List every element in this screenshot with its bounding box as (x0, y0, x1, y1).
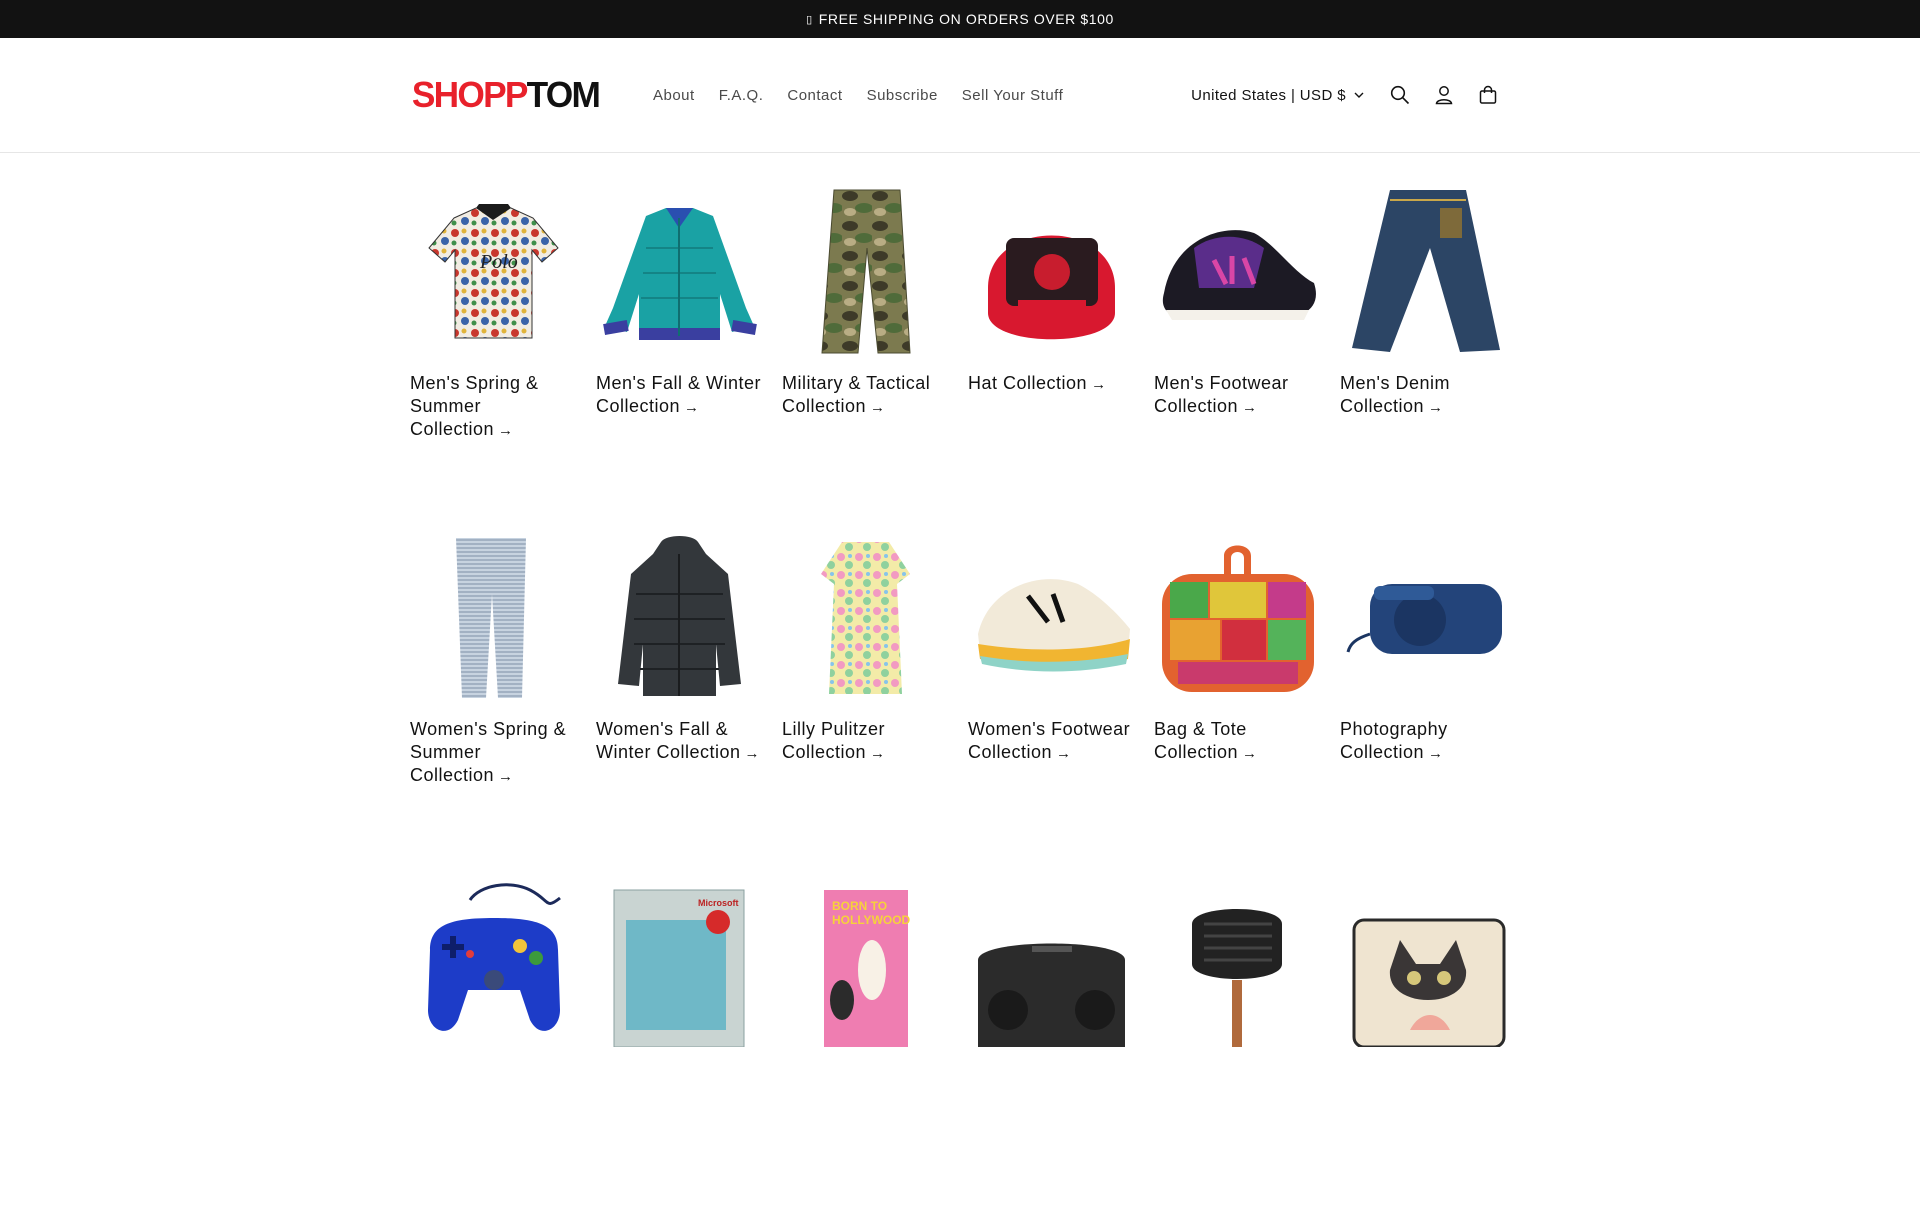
account-button[interactable] (1422, 73, 1466, 117)
distressed-jeans-image (410, 534, 577, 701)
collection-title-text: Hat Collection (968, 373, 1088, 393)
cart-icon (1479, 85, 1497, 104)
nav-sell-your-stuff[interactable]: Sell Your Stuff (950, 79, 1075, 112)
collection-title-text: Bag & Tote Collection (1154, 719, 1247, 762)
teal-puffer-jacket-image (596, 188, 763, 355)
info-icon: ▯ (806, 13, 813, 26)
collection-card[interactable]: Men's Fall & Winter Collection → (596, 188, 763, 534)
collection-card[interactable]: BORN TO HOLLYWOOD (782, 880, 949, 1226)
collection-card[interactable]: Microsoft (596, 880, 763, 1226)
logo-part-red: SHOPP (411, 74, 528, 115)
nav-faq[interactable]: F.A.Q. (707, 79, 776, 112)
running-shoe-image (968, 534, 1135, 701)
collection-title-text: Women's Fall & Winter Collection (596, 719, 741, 762)
country-currency-selector[interactable]: United States | USD $ (1191, 87, 1364, 104)
announcement-bar: ▯ FREE SHIPPING ON ORDERS OVER $100 (0, 0, 1920, 38)
main-nav: About F.A.Q. Contact Subscribe Sell Your… (641, 79, 1075, 112)
collection-grid: Polo Men's Spring & Summer Collection → M… (410, 188, 1510, 1226)
collection-card[interactable] (1340, 880, 1507, 1226)
blue-camera-image (1340, 534, 1507, 701)
svg-text:Microsoft: Microsoft (698, 898, 739, 908)
collection-title-text: Men's Fall & Winter Collection (596, 373, 761, 416)
arrow-right-icon: → (870, 745, 886, 762)
chevron-down-icon (1354, 92, 1364, 98)
collection-title[interactable]: Men's Footwear Collection → (1154, 372, 1321, 419)
svg-text:BORN TO: BORN TO (832, 899, 887, 913)
arrow-right-icon: → (1428, 745, 1444, 762)
collection-title-text: Men's Spring & Summer Collection (410, 373, 539, 439)
air-sneaker-image (1154, 188, 1321, 355)
svg-text:Polo: Polo (479, 251, 518, 273)
collection-title[interactable]: Women's Spring & Summer Collection → (410, 718, 577, 788)
svg-text:HOLLYWOOD: HOLLYWOOD (832, 913, 911, 927)
collection-title-text: Men's Footwear Collection (1154, 373, 1289, 416)
collection-title[interactable]: Lilly Pulitzer Collection → (782, 718, 949, 765)
camo-pants-image (782, 188, 949, 355)
nav-about[interactable]: About (641, 79, 707, 112)
search-icon (1390, 85, 1410, 105)
collection-title[interactable]: Photography Collection → (1340, 718, 1507, 765)
arrow-right-icon: → (684, 399, 700, 416)
arrow-right-icon: → (1242, 399, 1258, 416)
account-icon (1435, 86, 1453, 105)
arrow-right-icon: → (1056, 745, 1072, 762)
collection-title[interactable]: Men's Fall & Winter Collection → (596, 372, 763, 419)
vhs-tape-image: BORN TO HOLLYWOOD (782, 880, 949, 1047)
software-box-image: Microsoft (596, 880, 763, 1047)
collection-title-text: Women's Footwear Collection (968, 719, 1131, 762)
boombox-image (968, 880, 1135, 1047)
blue-game-controller-image (410, 880, 577, 1047)
collection-card[interactable] (968, 880, 1135, 1226)
collection-title-text: Military & Tactical Collection (782, 373, 931, 416)
patchwork-bag-image (1154, 534, 1321, 701)
collection-card[interactable] (410, 880, 577, 1226)
denim-jeans-image (1340, 188, 1507, 355)
collection-card[interactable] (1154, 880, 1321, 1226)
collection-title[interactable]: Military & Tactical Collection → (782, 372, 949, 419)
collection-card[interactable]: Photography Collection → (1340, 534, 1507, 880)
arrow-right-icon: → (498, 422, 514, 439)
collection-card[interactable]: Polo Men's Spring & Summer Collection → (410, 188, 577, 534)
collection-title-text: Women's Spring & Summer Collection (410, 719, 567, 785)
announcement-text: FREE SHIPPING ON ORDERS OVER $100 (818, 11, 1114, 27)
collection-title[interactable]: Men's Denim Collection → (1340, 372, 1507, 419)
arrow-right-icon: → (1428, 399, 1444, 416)
arrow-right-icon: → (498, 768, 514, 785)
arrow-right-icon: → (870, 399, 886, 416)
search-button[interactable] (1378, 73, 1422, 117)
arrow-right-icon: → (1091, 376, 1107, 393)
arrow-right-icon: → (1242, 745, 1258, 762)
cart-button[interactable] (1466, 73, 1510, 117)
collection-card[interactable]: Women's Spring & Summer Collection → (410, 534, 577, 880)
logo-part-black: TOM (526, 74, 601, 115)
red-snapback-cap-image (968, 188, 1135, 355)
arrow-right-icon: → (744, 745, 761, 762)
site-header: SHOPPTOM About F.A.Q. Contact Subscribe … (0, 38, 1920, 153)
floral-polo-shirt-image: Polo (410, 188, 577, 355)
collection-card[interactable]: Men's Denim Collection → (1340, 188, 1507, 534)
collection-card[interactable]: Hat Collection → (968, 188, 1135, 534)
collection-title[interactable]: Hat Collection → (968, 372, 1135, 396)
logo[interactable]: SHOPPTOM (411, 74, 601, 115)
pastel-dress-image (782, 534, 949, 701)
nav-contact[interactable]: Contact (775, 79, 854, 112)
collection-card[interactable]: Men's Footwear Collection → (1154, 188, 1321, 534)
collection-title[interactable]: Women's Footwear Collection → (968, 718, 1135, 765)
nav-subscribe[interactable]: Subscribe (855, 79, 950, 112)
collection-card[interactable]: Women's Fall & Winter Collection → (596, 534, 763, 880)
collection-card[interactable]: Women's Footwear Collection → (968, 534, 1135, 880)
collection-card[interactable]: Military & Tactical Collection → (782, 188, 949, 534)
country-label: United States | USD $ (1191, 86, 1346, 104)
black-puffer-coat-image (596, 534, 763, 701)
collection-title[interactable]: Women's Fall & Winter Collection → (596, 718, 763, 765)
grill-pan-image (1154, 880, 1321, 1047)
collection-title[interactable]: Bag & Tote Collection → (1154, 718, 1321, 765)
cat-pillow-image (1340, 880, 1507, 1047)
collection-title[interactable]: Men's Spring & Summer Collection → (410, 372, 577, 442)
collection-card[interactable]: Bag & Tote Collection → (1154, 534, 1321, 880)
collection-card[interactable]: Lilly Pulitzer Collection → (782, 534, 949, 880)
